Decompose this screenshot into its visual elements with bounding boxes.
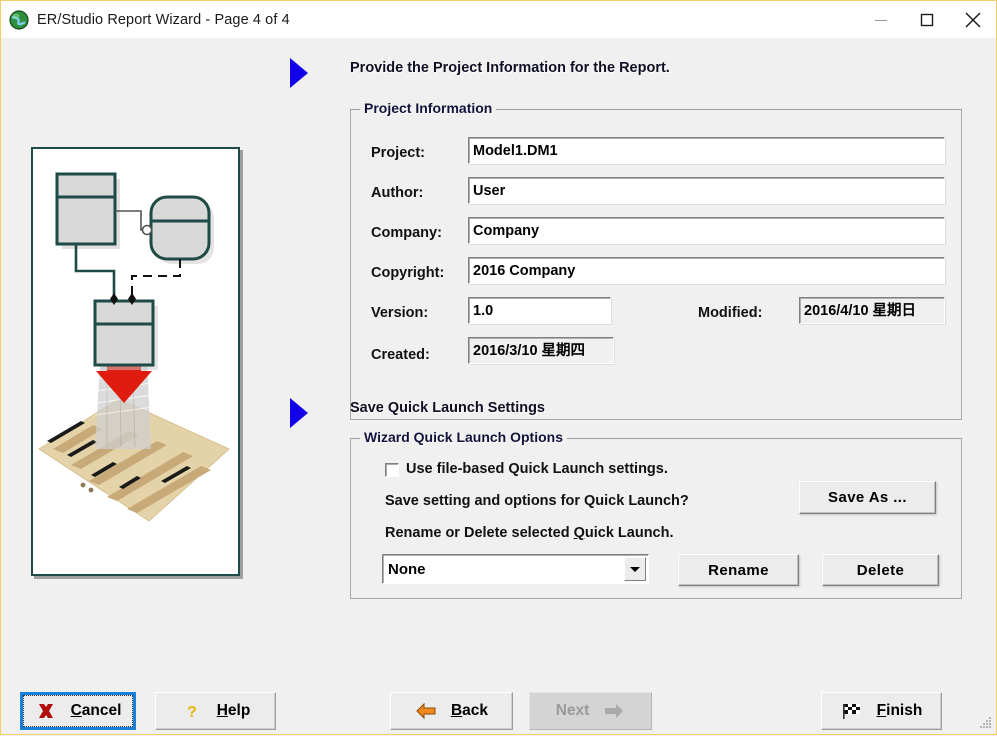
delete-button-label: Delete	[856, 561, 905, 579]
finish-button-label: Finish	[876, 702, 923, 719]
minimize-button[interactable]	[858, 2, 904, 38]
next-button: Next	[529, 692, 652, 730]
blue-triangle-bullet-icon	[288, 396, 312, 430]
quick-launch-combobox[interactable]: None	[382, 554, 649, 584]
resize-grip[interactable]	[977, 715, 993, 731]
rename-delete-prompt-accel: Q	[573, 525, 585, 541]
chevron-down-icon[interactable]	[624, 557, 646, 581]
version-label: Version:	[371, 305, 429, 321]
save-setting-prompt: Save setting and options for Quick Launc…	[385, 493, 689, 509]
project-information-group-title: Project Information	[360, 100, 497, 116]
author-label: Author:	[371, 185, 424, 201]
red-x-icon	[35, 700, 57, 722]
help-button[interactable]: ? Help	[155, 692, 276, 730]
rename-delete-prompt: Rename or Delete selected Quick Launch.	[385, 525, 674, 541]
cancel-button[interactable]: Cancel	[20, 692, 136, 730]
help-button-label: Help	[216, 702, 251, 719]
orange-left-arrow-icon	[415, 700, 437, 722]
author-input[interactable]: User	[468, 177, 945, 204]
wizard-client-area: Provide the Project Information for the …	[2, 38, 996, 734]
project-label: Project:	[371, 145, 425, 161]
next-button-label: Next	[555, 702, 590, 719]
window-title: ER/Studio Report Wizard - Page 4 of 4	[37, 11, 290, 28]
use-file-based-quick-launch-label: Use file-based Quick Launch settings.	[406, 461, 668, 477]
delete-button[interactable]: Delete	[822, 554, 939, 586]
save-as-button-label: Save As ...	[828, 489, 907, 506]
back-button-label: Back	[450, 702, 489, 719]
finish-button[interactable]: Finish	[821, 692, 942, 730]
title-bar: ER/Studio Report Wizard - Page 4 of 4	[1, 1, 996, 38]
version-input[interactable]: 1.0	[468, 297, 611, 324]
report-wizard-window: ER/Studio Report Wizard - Page 4 of 4 Pr…	[0, 0, 997, 735]
modified-value: 2016/4/10 星期日	[799, 297, 945, 324]
checkered-flag-icon	[841, 700, 863, 722]
company-label: Company:	[371, 225, 442, 241]
project-info-heading: Provide the Project Information for the …	[350, 60, 670, 76]
maximize-button[interactable]	[904, 2, 950, 38]
rename-delete-prompt-pre: Rename or Delete selected	[385, 525, 574, 541]
back-button[interactable]: Back	[390, 692, 513, 730]
cancel-button-label: Cancel	[70, 702, 122, 719]
wizard-quick-launch-options-group-title: Wizard Quick Launch Options	[360, 429, 568, 445]
created-label: Created:	[371, 347, 430, 363]
copyright-input[interactable]: 2016 Company	[468, 257, 945, 284]
svg-text:?: ?	[187, 704, 197, 721]
rename-button-label: Rename	[708, 561, 769, 579]
er-model-to-report-illustration	[31, 147, 240, 576]
rename-button[interactable]: Rename	[678, 554, 799, 586]
rename-delete-prompt-post: uick Launch.	[584, 525, 674, 541]
save-as-button[interactable]: Save As ...	[799, 481, 936, 514]
use-file-based-quick-launch-checkbox[interactable]	[385, 463, 399, 477]
grey-right-arrow-icon	[603, 700, 625, 722]
created-value: 2016/3/10 星期四	[468, 337, 614, 364]
quick-launch-heading: Save Quick Launch Settings	[350, 400, 545, 416]
question-mark-icon: ?	[181, 700, 203, 722]
modified-label: Modified:	[698, 305, 763, 321]
copyright-label: Copyright:	[371, 265, 445, 281]
globe-icon	[9, 9, 29, 30]
quick-launch-combobox-value: None	[388, 560, 426, 578]
project-input[interactable]: Model1.DM1	[468, 137, 945, 164]
blue-triangle-bullet-icon	[288, 56, 312, 90]
close-button[interactable]	[950, 2, 996, 38]
company-input[interactable]: Company	[468, 217, 945, 244]
